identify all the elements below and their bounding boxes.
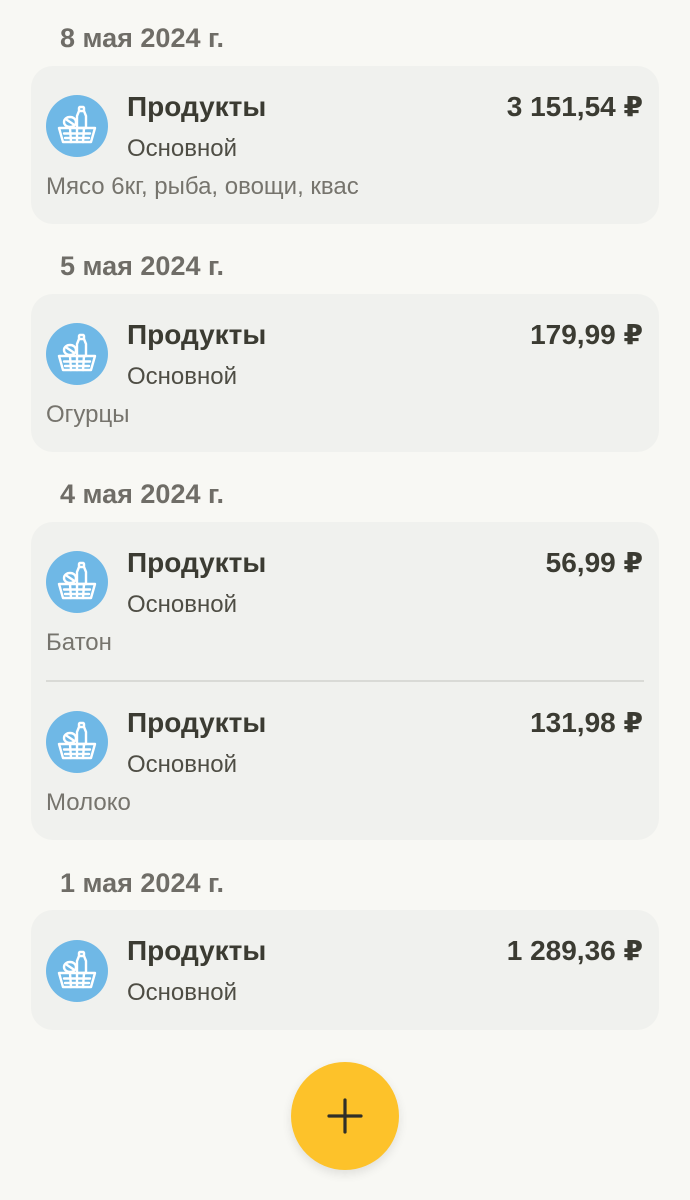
transaction-group-card: Продукты Основной Мясо 6кг, рыба, овощи,…: [31, 66, 659, 224]
transaction-amount: 131,98 ₽: [530, 707, 643, 738]
account-name: Основной: [127, 979, 238, 1006]
transaction-amount: 3 151,54 ₽: [506, 91, 643, 122]
plus-icon: [327, 1098, 363, 1134]
transaction-note: Молоко: [46, 789, 131, 816]
date-header: 4 мая 2024 г.: [60, 479, 225, 509]
transaction-amount: 56,99 ₽: [545, 547, 643, 578]
account-name: Основной: [127, 591, 238, 618]
category-name: Продукты: [127, 935, 267, 966]
date-header: 1 мая 2024 г.: [60, 868, 225, 898]
transaction-group-card: Продукты Основной Батон 56,99 ₽ Продукты…: [31, 522, 659, 840]
date-header: 8 мая 2024 г.: [60, 23, 225, 53]
transaction-item[interactable]: Продукты Основной 1 289,36 ₽: [31, 910, 659, 1030]
transaction-group-card: Продукты Основной Огурцы 179,99 ₽: [31, 294, 659, 452]
transaction-note: Огурцы: [46, 401, 130, 428]
add-transaction-button[interactable]: [291, 1062, 399, 1170]
transaction-amount: 1 289,36 ₽: [506, 935, 643, 966]
transaction-group-card: Продукты Основной 1 289,36 ₽: [31, 910, 659, 1030]
category-name: Продукты: [127, 707, 267, 738]
account-name: Основной: [127, 751, 238, 778]
transaction-item[interactable]: Продукты Основной Молоко 131,98 ₽: [31, 682, 659, 840]
transaction-item[interactable]: Продукты Основной Огурцы 179,99 ₽: [31, 294, 659, 452]
grocery-basket-icon: [46, 551, 108, 613]
transaction-note: Батон: [46, 629, 112, 656]
transaction-item[interactable]: Продукты Основной Батон 56,99 ₽: [31, 522, 659, 680]
grocery-basket-icon: [46, 323, 108, 385]
account-name: Основной: [127, 135, 238, 162]
grocery-basket-icon: [46, 940, 108, 1002]
category-name: Продукты: [127, 91, 267, 122]
category-name: Продукты: [127, 319, 267, 350]
date-header: 5 мая 2024 г.: [60, 251, 225, 281]
grocery-basket-icon: [46, 711, 108, 773]
grocery-basket-icon: [46, 95, 108, 157]
account-name: Основной: [127, 363, 238, 390]
transaction-note: Мясо 6кг, рыба, овощи, квас: [46, 173, 359, 200]
transaction-item[interactable]: Продукты Основной Мясо 6кг, рыба, овощи,…: [31, 66, 659, 224]
transaction-amount: 179,99 ₽: [530, 319, 643, 350]
category-name: Продукты: [127, 547, 267, 578]
